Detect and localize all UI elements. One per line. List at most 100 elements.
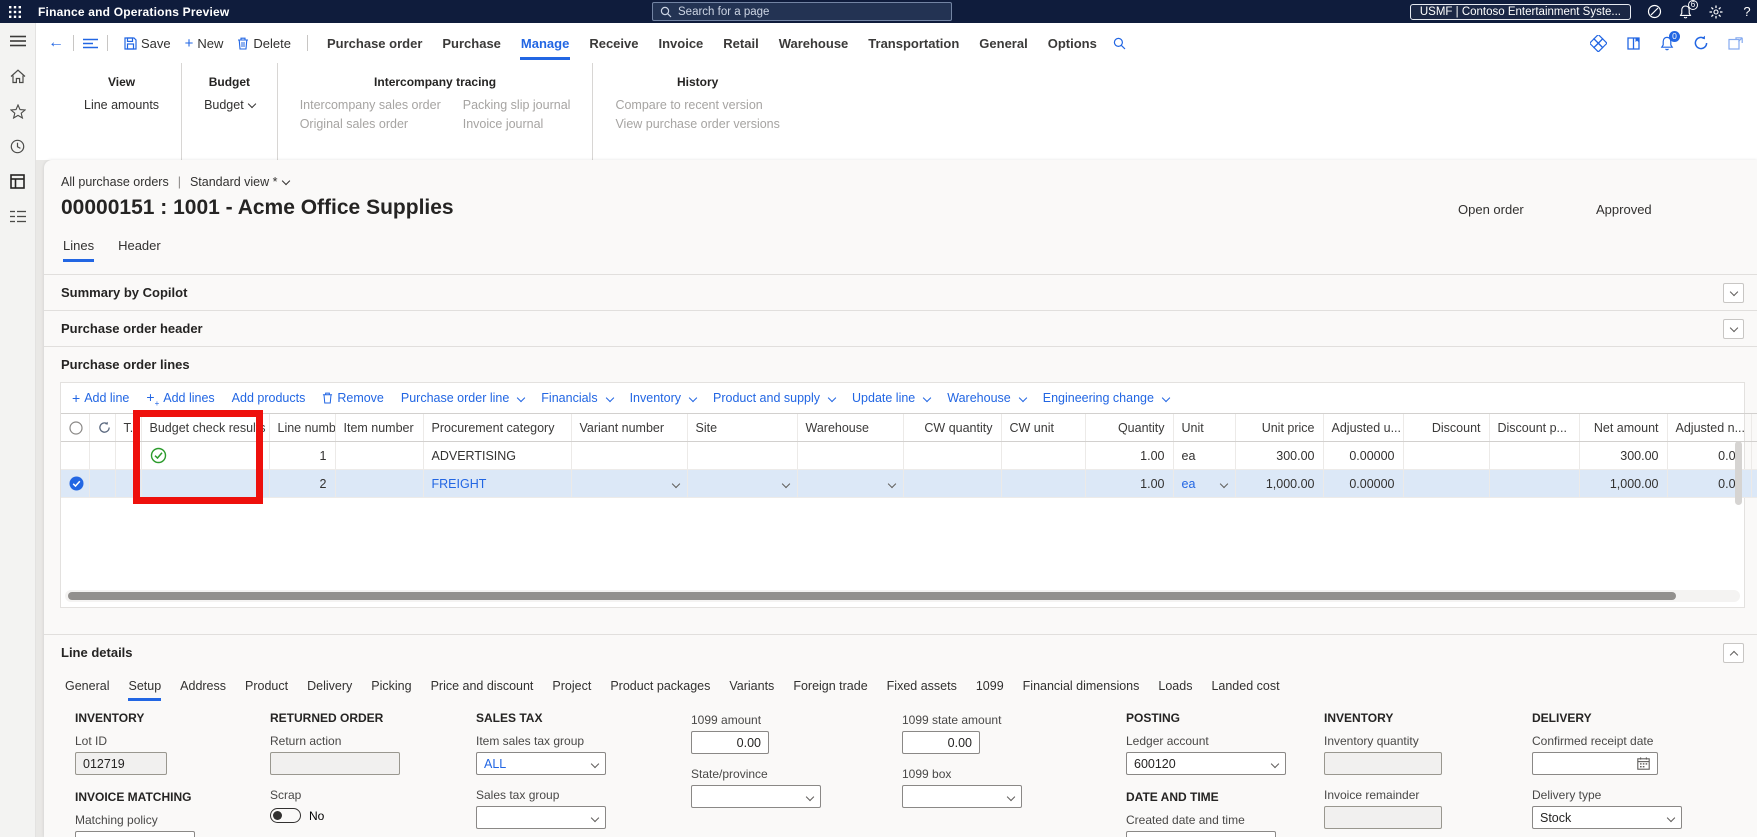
tab-1099[interactable]: 1099 bbox=[976, 679, 1004, 701]
current-form-icon[interactable] bbox=[9, 172, 27, 190]
item-sales-tax-group-combobox[interactable]: ALL bbox=[476, 752, 606, 775]
column-adjusted-unit-price[interactable]: Adjusted u... bbox=[1322, 413, 1403, 442]
expand-section-button[interactable] bbox=[1723, 319, 1744, 339]
expand-navigation-hamburger-icon[interactable] bbox=[9, 32, 27, 50]
column-discount-percent[interactable]: Discount p... bbox=[1488, 413, 1579, 442]
discount-percent-cell[interactable] bbox=[1488, 469, 1579, 498]
packing-slip-journal-button[interactable]: Packing slip journal bbox=[463, 98, 571, 112]
column-cw-quantity[interactable]: CW quantity bbox=[902, 413, 1001, 442]
tab-loads[interactable]: Loads bbox=[1158, 679, 1192, 701]
tab-invoice[interactable]: Invoice bbox=[657, 27, 704, 60]
home-icon[interactable] bbox=[9, 67, 27, 85]
open-in-new-window-icon[interactable] bbox=[1728, 36, 1743, 50]
delivery-type-combobox[interactable]: Stock bbox=[1532, 806, 1682, 829]
tab-product-packages[interactable]: Product packages bbox=[610, 679, 710, 701]
procurement-category-cell[interactable]: ADVERTISING bbox=[422, 441, 571, 470]
line-number-cell[interactable]: 2 bbox=[268, 469, 335, 498]
tab-project[interactable]: Project bbox=[552, 679, 591, 701]
add-lines-button[interactable]: ++ Add lines bbox=[146, 389, 214, 408]
view-selector[interactable]: Standard view * bbox=[190, 175, 290, 189]
save-button[interactable]: Save bbox=[124, 36, 171, 51]
column-net-amount[interactable]: Net amount bbox=[1578, 413, 1667, 442]
variant-number-cell[interactable] bbox=[570, 469, 687, 498]
scrap-toggle[interactable] bbox=[270, 808, 301, 823]
state-amount-1099-field[interactable]: 0.00 bbox=[902, 731, 980, 754]
actionpane-search-icon[interactable] bbox=[1113, 37, 1126, 50]
tab-financial-dimensions[interactable]: Financial dimensions bbox=[1023, 679, 1140, 701]
tab-setup[interactable]: Setup bbox=[128, 679, 162, 701]
row-select-cell[interactable] bbox=[61, 469, 89, 498]
vertical-scrollbar[interactable] bbox=[1735, 441, 1742, 505]
inventory-quantity-field[interactable] bbox=[1324, 752, 1442, 775]
cw-unit-cell[interactable] bbox=[1000, 469, 1085, 498]
tab-address[interactable]: Address bbox=[180, 679, 226, 701]
collapse-section-button[interactable] bbox=[1723, 643, 1744, 663]
tab-purchase[interactable]: Purchase bbox=[441, 27, 502, 60]
environment-badge[interactable]: USMF | Contoso Entertainment Syste... bbox=[1409, 3, 1631, 20]
created-date-field[interactable] bbox=[1126, 831, 1276, 837]
discount-cell[interactable] bbox=[1402, 469, 1489, 498]
column-adjusted-net-amount[interactable]: Adjusted n... bbox=[1666, 413, 1751, 442]
breadcrumb[interactable]: All purchase orders bbox=[61, 175, 169, 189]
unit-cell[interactable]: ea bbox=[1172, 441, 1235, 470]
column-site[interactable]: Site bbox=[686, 413, 797, 442]
budget-menu-button[interactable]: Budget bbox=[204, 98, 256, 112]
tab-product[interactable]: Product bbox=[245, 679, 288, 701]
section-line-details[interactable]: Line details bbox=[44, 634, 1757, 670]
product-and-supply-menu[interactable]: Product and supply bbox=[713, 391, 837, 405]
add-line-button[interactable]: + Add line bbox=[72, 390, 129, 406]
remove-button[interactable]: Remove bbox=[322, 391, 384, 405]
column-warehouse[interactable]: Warehouse bbox=[796, 413, 903, 442]
procurement-category-cell[interactable]: FREIGHT bbox=[422, 469, 571, 498]
new-button[interactable]: + New bbox=[185, 35, 224, 52]
tab-receive[interactable]: Receive bbox=[588, 27, 639, 60]
purchase-order-line-menu[interactable]: Purchase order line bbox=[401, 391, 526, 405]
tab-foreign-trade[interactable]: Foreign trade bbox=[793, 679, 867, 701]
calendar-icon[interactable] bbox=[1637, 757, 1650, 770]
table-row-1[interactable]: 1 ADVERTISING 1.00 ea 300.00 0.00000 300… bbox=[61, 441, 1757, 470]
tab-retail[interactable]: Retail bbox=[722, 27, 759, 60]
discount-cell[interactable] bbox=[1402, 441, 1489, 470]
compare-to-recent-version-button[interactable]: Compare to recent version bbox=[615, 98, 779, 112]
horizontal-scrollbar-track[interactable] bbox=[65, 590, 1740, 602]
quality-order-status-cell[interactable] bbox=[1750, 469, 1757, 498]
box-1099-combobox[interactable] bbox=[902, 785, 1022, 808]
net-amount-cell[interactable]: 300.00 bbox=[1578, 441, 1667, 470]
warehouse-cell[interactable] bbox=[796, 441, 903, 470]
message-center-bell-icon[interactable]: 0 bbox=[1660, 30, 1680, 51]
add-products-button[interactable]: Add products bbox=[232, 391, 306, 405]
adjusted-unit-price-cell[interactable]: 0.00000 bbox=[1322, 441, 1403, 470]
quality-order-status-cell[interactable] bbox=[1750, 441, 1757, 470]
inventory-menu[interactable]: Inventory bbox=[630, 391, 698, 405]
state-province-combobox[interactable] bbox=[691, 785, 821, 808]
waffle-icon[interactable] bbox=[0, 5, 30, 18]
tab-general[interactable]: General bbox=[978, 27, 1028, 60]
cw-quantity-cell[interactable] bbox=[902, 441, 1001, 470]
task-recorder-icon[interactable] bbox=[1626, 36, 1641, 51]
table-row-2-selected[interactable]: 2 FREIGHT 1.00 ea 1,000.00 0.00000 1,000… bbox=[61, 469, 1757, 498]
unit-cell[interactable]: ea bbox=[1172, 469, 1235, 498]
confirmed-receipt-date-field[interactable] bbox=[1532, 752, 1658, 775]
unit-price-cell[interactable]: 300.00 bbox=[1234, 441, 1323, 470]
original-sales-order-button[interactable]: Original sales order bbox=[300, 117, 441, 131]
amount-1099-field[interactable]: 0.00 bbox=[691, 731, 769, 754]
tab-general[interactable]: General bbox=[65, 679, 109, 701]
section-purchase-order-lines[interactable]: Purchase order lines bbox=[44, 346, 1757, 382]
column-item-number[interactable]: Item number bbox=[334, 413, 423, 442]
column-unit-price[interactable]: Unit price bbox=[1234, 413, 1323, 442]
horizontal-scrollbar-thumb[interactable] bbox=[68, 592, 1676, 600]
recent-clock-icon[interactable] bbox=[9, 137, 27, 155]
unit-price-cell[interactable]: 1,000.00 bbox=[1234, 469, 1323, 498]
copilot-icon[interactable] bbox=[1646, 4, 1662, 20]
column-type[interactable]: T... bbox=[114, 413, 141, 442]
lot-id-field[interactable]: 012719 bbox=[75, 752, 167, 775]
update-line-menu[interactable]: Update line bbox=[852, 391, 932, 405]
view-purchase-order-versions-button[interactable]: View purchase order versions bbox=[615, 117, 779, 131]
tab-transportation[interactable]: Transportation bbox=[867, 27, 960, 60]
engineering-change-menu[interactable]: Engineering change bbox=[1043, 391, 1171, 405]
notifications-bell-icon[interactable]: 6 bbox=[1677, 0, 1698, 20]
site-cell[interactable] bbox=[686, 469, 797, 498]
matching-policy-field[interactable] bbox=[75, 831, 195, 837]
quantity-cell[interactable]: 1.00 bbox=[1084, 469, 1173, 498]
section-summary-by-copilot[interactable]: Summary by Copilot bbox=[44, 274, 1757, 310]
